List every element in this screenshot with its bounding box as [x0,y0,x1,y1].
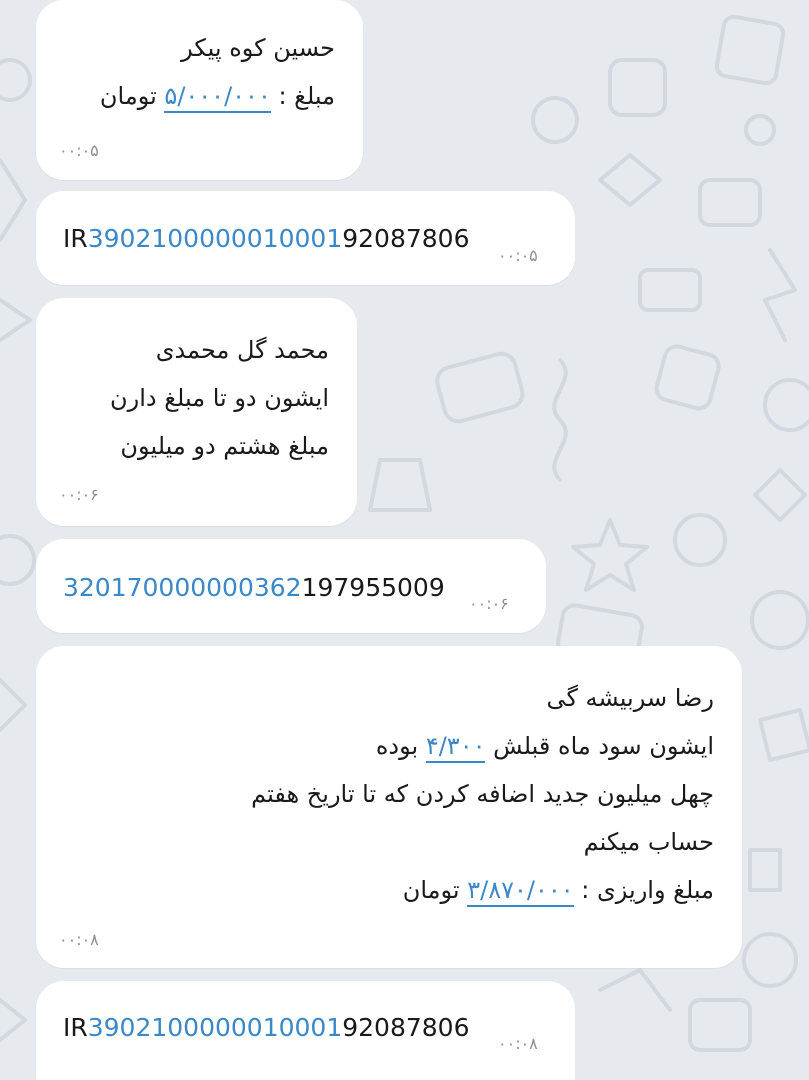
account-rest: 197955009 [301,573,445,602]
message-line: حساب میکنم [583,828,714,856]
message-line: محمد گل محمدی [155,336,329,364]
iban-number[interactable]: IR390210000001000192087806 [63,1013,470,1042]
message-timestamp: ۰۰:۰۶ [469,594,509,613]
amount-link[interactable]: ۵/۰۰۰/۰۰۰ [164,82,271,113]
profit-prefix: ایشون سود ماه قبلش [493,732,714,760]
iban-rest: 92087806 [342,1013,470,1042]
sender-name-line: حسین کوه پیکر [181,34,335,62]
profit-suffix: بوده [375,732,419,760]
account-highlight[interactable]: 320170000000362 [63,573,302,602]
amount-prefix: مبلغ واریزی : [581,876,714,904]
message-bubble[interactable]: IR390210000001000192087806 ۰۰:۰۵ [36,191,575,285]
amount-prefix: مبلغ : [278,82,335,110]
message-line: ایشون دو تا مبلغ دارن [110,384,329,412]
iban-highlight[interactable]: 3902100000010001 [88,1013,343,1042]
message-line: چهل میلیون جدید اضافه کردن که تا تاریخ ه… [251,780,714,808]
message-line: مبلغ هشتم دو میلیون [120,432,329,460]
message-timestamp: ۰۰:۰۶ [59,485,99,504]
message-timestamp: ۰۰:۰۵ [59,141,99,160]
message-timestamp: ۰۰:۰۵ [498,246,538,265]
amount-line: مبلغ واریزی : ۳/۸۷۰/۰۰۰ تومان [251,866,714,914]
message-bubble[interactable]: حسین کوه پیکر مبلغ : ۵/۰۰۰/۰۰۰ تومان ۰۰:… [36,0,363,180]
iban-number[interactable]: IR390210000001000192087806 [63,224,470,253]
iban-rest: 92087806 [342,224,470,253]
amount-line: مبلغ : ۵/۰۰۰/۰۰۰ تومان [100,72,335,120]
message-bubble[interactable]: محمد گل محمدی ایشون دو تا مبلغ دارن مبلغ… [36,298,357,526]
amount-link[interactable]: ۳/۸۷۰/۰۰۰ [467,876,574,907]
message-bubble[interactable]: رضا سربیشه گی ایشون سود ماه قبلش ۴/۳۰۰ ب… [36,646,742,968]
profit-link[interactable]: ۴/۳۰۰ [425,732,486,763]
profit-line: ایشون سود ماه قبلش ۴/۳۰۰ بوده [251,722,714,770]
message-bubble[interactable]: IR390210000001000192087806 ۰۰:۰۸ [36,981,575,1080]
message-timestamp: ۰۰:۰۸ [498,1034,538,1053]
message-bubble[interactable]: 320170000000362197955009 ۰۰:۰۶ [36,539,546,633]
amount-suffix: تومان [99,82,157,110]
iban-prefix: IR [63,1013,88,1042]
sender-name-line: رضا سربیشه گی [546,684,714,712]
iban-highlight[interactable]: 3902100000010001 [88,224,343,253]
message-text: رضا سربیشه گی ایشون سود ماه قبلش ۴/۳۰۰ ب… [251,674,714,914]
message-text: حسین کوه پیکر مبلغ : ۵/۰۰۰/۰۰۰ تومان [100,24,335,120]
message-timestamp: ۰۰:۰۸ [59,930,99,949]
amount-suffix: تومان [402,876,460,904]
account-number[interactable]: 320170000000362197955009 [63,573,445,602]
iban-prefix: IR [63,224,88,253]
message-text: محمد گل محمدی ایشون دو تا مبلغ دارن مبلغ… [110,326,329,470]
